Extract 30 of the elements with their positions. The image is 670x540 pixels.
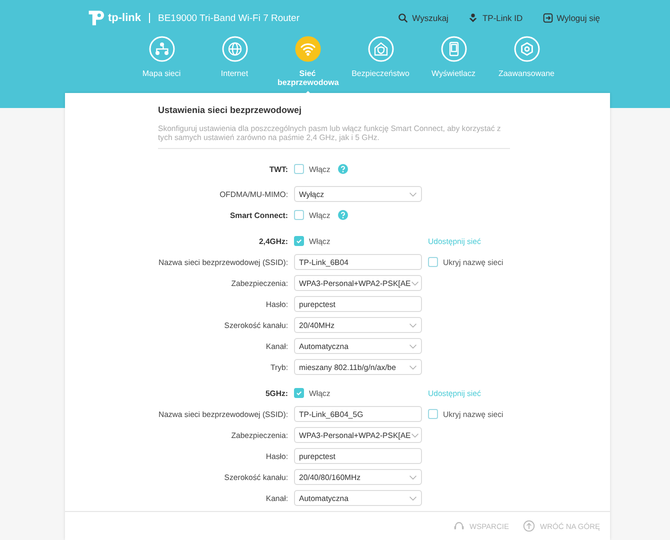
checkmark-icon <box>295 237 303 246</box>
chevron-down-icon <box>409 496 417 501</box>
arrow-up-icon <box>522 520 535 532</box>
chevron-down-icon <box>409 364 417 370</box>
network-map-icon <box>148 36 174 62</box>
logo-text: tp-link <box>108 12 141 24</box>
gear-icon <box>514 36 540 62</box>
chevron-down-icon <box>409 474 417 480</box>
chevron-down-icon <box>409 344 417 349</box>
chevron-down-icon <box>409 322 417 328</box>
logout-icon <box>542 13 553 23</box>
checkmark-icon <box>295 389 303 398</box>
headset-icon <box>452 520 465 532</box>
logo-icon <box>87 9 105 27</box>
header-link[interactable]: Wyloguj się <box>542 13 600 23</box>
chevron-down-icon <box>410 432 419 438</box>
globe-icon <box>222 36 248 62</box>
chevron-down-icon <box>409 192 417 197</box>
wifi-icon <box>294 36 320 62</box>
search-icon <box>398 13 408 23</box>
person-icon <box>468 13 478 23</box>
help-icon[interactable] <box>338 210 348 220</box>
tablet-icon <box>440 36 466 62</box>
section-title: Ustawienia sieci bezprzewodowej <box>158 105 303 115</box>
help-icon[interactable] <box>338 164 348 174</box>
header-link[interactable]: TP-Link ID <box>468 13 523 23</box>
router-title: BE19000 Tri-Band Wi-Fi 7 Router <box>158 12 300 24</box>
header-link[interactable]: Wyszukaj <box>398 13 448 23</box>
chevron-down-icon <box>410 280 419 286</box>
house-shield-icon <box>368 36 394 62</box>
